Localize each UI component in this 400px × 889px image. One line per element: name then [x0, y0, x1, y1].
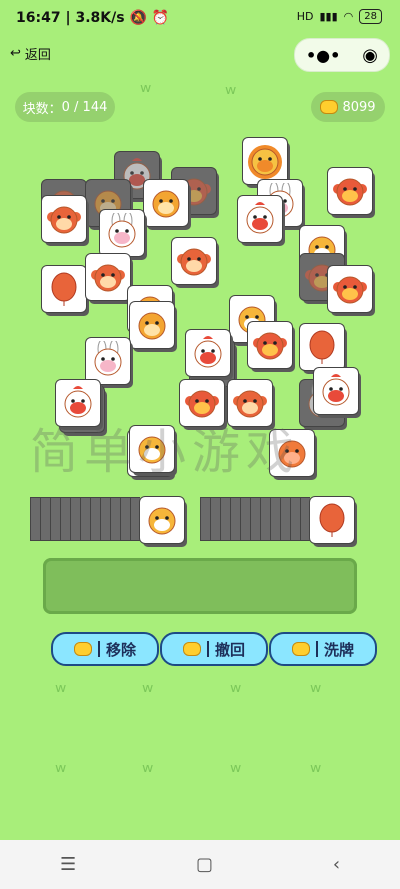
menu-icon[interactable]: ☰ — [60, 854, 76, 875]
stacked-tile-edge — [60, 497, 70, 541]
stacked-tile-edge — [270, 497, 280, 541]
tile-chicken[interactable] — [314, 368, 358, 414]
coin-counter: 8099 — [311, 92, 385, 122]
tile-monkey[interactable] — [172, 238, 216, 284]
tile-cow[interactable] — [248, 322, 292, 368]
stacked-tile-edge — [120, 497, 130, 541]
stacked-tile-edge — [300, 497, 310, 541]
grass-decoration: ʷ — [140, 80, 152, 105]
stacked-tile-edge — [80, 497, 90, 541]
status-time: 16:47 | 3.8K/s 🔕 ⏰ — [16, 10, 170, 26]
block-counter-label: 块数： — [22, 101, 62, 117]
stacked-tile-edge — [90, 497, 100, 541]
clock-text: 16:47 — [16, 10, 61, 26]
network-speed: 3.8K/s — [75, 10, 125, 26]
tile-balloon[interactable] — [310, 497, 354, 543]
tile-chicken[interactable] — [238, 196, 282, 242]
tile-dog[interactable] — [130, 302, 174, 348]
back-label: 返回 — [24, 48, 51, 63]
right-holding-slot — [200, 497, 354, 543]
stacked-tile-edge — [220, 497, 230, 541]
divider — [315, 641, 318, 657]
stacked-tile-edge — [260, 497, 270, 541]
coin-icon — [182, 642, 201, 656]
back-arrow-icon: ↩ — [10, 46, 21, 61]
stacked-tile-edge — [280, 497, 290, 541]
tile-cow[interactable] — [328, 168, 372, 214]
coin-icon — [73, 642, 92, 656]
stacked-tile-edge — [40, 497, 50, 541]
grass-decoration: ʷ — [310, 680, 322, 705]
tile-rabbit[interactable] — [100, 210, 144, 256]
tile-chicken[interactable] — [186, 330, 230, 376]
home-icon[interactable]: ▢ — [196, 854, 213, 875]
tile-rabbit[interactable] — [86, 338, 130, 384]
grass-decoration: ʷ — [225, 82, 237, 107]
tile-balloon[interactable] — [42, 266, 86, 312]
grass-decoration: ʷ — [55, 680, 67, 705]
back-icon[interactable]: ‹ — [333, 854, 340, 875]
tile-monkey[interactable] — [42, 196, 86, 242]
wifi-icon: ◠ — [343, 10, 354, 23]
left-holding-slot — [30, 497, 184, 543]
stacked-tile-edge — [100, 497, 110, 541]
tile-balloon[interactable] — [300, 324, 344, 370]
stacked-tile-edge — [70, 497, 80, 541]
stacked-tile-edge — [30, 497, 40, 541]
divider — [206, 641, 209, 657]
mini-program-capsule: •●• ◉ — [294, 38, 390, 72]
grass-decoration: ʷ — [142, 760, 154, 785]
stacked-tile-edge — [290, 497, 300, 541]
grass-decoration: ʷ — [230, 760, 242, 785]
alarm-icon: ⏰ — [151, 10, 170, 26]
more-icon[interactable]: •●• — [306, 46, 340, 65]
status-icons: HD ▮▮▮ ◠ 28 — [297, 9, 382, 24]
battery-icon: 28 — [359, 9, 382, 24]
block-counter: 块数： 0 / 144 — [15, 92, 115, 122]
tile-tiger[interactable] — [140, 497, 184, 543]
stacked-tile-edge — [50, 497, 60, 541]
shuffle-label: 洗牌 — [323, 640, 354, 659]
close-target-icon[interactable]: ◉ — [362, 45, 378, 66]
collection-tray — [43, 558, 357, 614]
remove-label: 移除 — [105, 640, 136, 659]
coin-value: 8099 — [342, 99, 376, 115]
grass-decoration: ʷ — [142, 680, 154, 705]
undo-button[interactable]: 撤回 — [160, 632, 268, 666]
tile-monkey[interactable] — [86, 254, 130, 300]
stacked-tile-edge — [200, 497, 210, 541]
tile-lion[interactable] — [243, 138, 287, 184]
tile-cow[interactable] — [328, 266, 372, 312]
divider — [97, 641, 100, 657]
coin-icon — [291, 642, 310, 656]
grass-decoration: ʷ — [55, 760, 67, 785]
remove-button[interactable]: 移除 — [51, 632, 159, 666]
block-counter-value: 0 / 144 — [61, 99, 108, 115]
stacked-tile-edge — [230, 497, 240, 541]
stacked-tile-edge — [240, 497, 250, 541]
shuffle-button[interactable]: 洗牌 — [269, 632, 377, 666]
system-navigation-bar: ☰ ▢ ‹ — [0, 840, 400, 889]
undo-label: 撤回 — [214, 640, 245, 659]
grass-decoration: ʷ — [230, 680, 242, 705]
coin-icon — [320, 100, 339, 114]
status-bar: 16:47 | 3.8K/s 🔕 ⏰ HD ▮▮▮ ◠ 28 — [0, 0, 400, 36]
grass-decoration: ʷ — [310, 760, 322, 785]
hd-icon: HD — [296, 10, 314, 23]
back-button[interactable]: ↩ 返回 — [10, 44, 51, 63]
watermark: 简单小游戏 — [30, 424, 301, 480]
signal-icon: ▮▮▮ — [319, 10, 338, 23]
stacked-tile-edge — [250, 497, 260, 541]
stacked-tile-edge — [130, 497, 140, 541]
tile-dog[interactable] — [144, 180, 188, 226]
mute-icon: 🔕 — [129, 10, 147, 26]
stacked-tile-edge — [110, 497, 120, 541]
stacked-tile-edge — [210, 497, 220, 541]
